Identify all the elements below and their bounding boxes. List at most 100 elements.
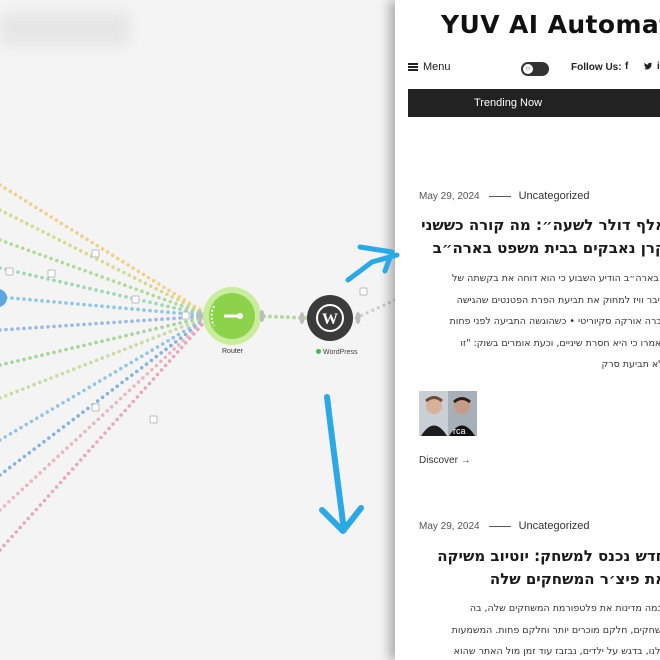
connection-dot (26, 516, 31, 521)
connection-dot (82, 388, 86, 393)
connection-dot (280, 315, 284, 319)
post-title[interactable]: חדש נכנס למשחק: יוטיוב משיקה את פיצ׳ר המ… (395, 545, 660, 591)
connection-dot (55, 404, 60, 408)
connection-dot (178, 311, 182, 316)
post-title[interactable]: אלף דולר לשעה״: מה קורה כששני קרן נאבקים… (395, 214, 660, 260)
connection-dot (56, 454, 60, 459)
connection-dot (66, 369, 70, 374)
route-badge[interactable] (359, 287, 368, 296)
wordpress-label: WordPress (316, 349, 358, 356)
connector-handle[interactable] (299, 312, 305, 324)
connection-dot (96, 417, 101, 421)
connection-dot (95, 243, 100, 248)
connection-dot (95, 440, 99, 444)
connection-dot (16, 327, 20, 331)
connection-dot (111, 265, 115, 269)
module-node[interactable] (0, 289, 7, 307)
connection-dot (94, 321, 98, 326)
connection-dot (95, 257, 99, 261)
connection-dot (167, 359, 172, 363)
connection-dot (119, 413, 123, 417)
router-node[interactable] (203, 287, 261, 345)
connection-dot (28, 297, 32, 302)
connection-dot (145, 371, 150, 376)
connection-dot (365, 311, 369, 315)
wordpress-node[interactable]: W (307, 295, 353, 341)
discover-link[interactable]: Discover → (419, 455, 471, 466)
connection-dot (136, 307, 140, 312)
menu-button[interactable]: Menu (408, 61, 451, 73)
connection-dot (30, 224, 35, 229)
route-badge[interactable] (181, 311, 190, 320)
connection-dot (78, 458, 83, 462)
connection-dot (107, 426, 111, 431)
facebook-icon[interactable]: f (625, 61, 628, 72)
dark-mode-toggle[interactable]: ☼ (521, 62, 549, 76)
connector-handle[interactable] (197, 310, 203, 322)
connection-dot (151, 336, 156, 340)
connection-dot (88, 303, 92, 307)
menu-label: Menu (423, 61, 451, 73)
connection-dot (65, 446, 69, 450)
connection-dot (118, 366, 123, 371)
route-badge[interactable] (149, 415, 158, 424)
connection-dot (178, 321, 182, 325)
post-category[interactable]: Uncategorized (519, 190, 590, 202)
connection-dot (172, 305, 176, 310)
connection-dot (66, 471, 71, 476)
automation-canvas[interactable]: W Router WordPress (0, 0, 395, 660)
connection-dot (26, 385, 31, 389)
connection-dot (151, 377, 156, 381)
connection-dot (129, 360, 134, 365)
connection-dot (73, 246, 78, 250)
connection-dot (0, 208, 2, 212)
connection-dot (58, 349, 62, 353)
connection-dot (91, 444, 95, 449)
connector-handle[interactable] (259, 310, 265, 322)
connection-dot (134, 357, 139, 362)
post-category[interactable]: Uncategorized (519, 520, 590, 532)
connection-dot (106, 354, 110, 358)
connection-dot (145, 351, 149, 356)
arrow-right-icon: → (460, 455, 471, 466)
route-badge[interactable] (91, 403, 100, 412)
connection-dot (83, 362, 87, 367)
connection-dot (16, 270, 20, 274)
site-title[interactable]: YUV AI Automation (441, 10, 660, 39)
connection-dot (164, 347, 168, 352)
connection-dot (46, 325, 50, 329)
connection-dot (112, 292, 116, 296)
post-thumbnail[interactable]: rca (419, 391, 477, 436)
route-badge[interactable] (5, 267, 14, 276)
connection-dot (82, 343, 86, 348)
connection-dot (19, 219, 24, 223)
connection-dot (4, 327, 8, 332)
connector-handle[interactable] (355, 312, 361, 324)
route-badge[interactable] (47, 269, 56, 278)
connection-dot (54, 218, 59, 222)
connection-dot (13, 192, 18, 197)
twitter-icon[interactable] (643, 61, 653, 74)
connection-dot (0, 438, 2, 442)
connection-dot (46, 299, 50, 304)
route-badge[interactable] (91, 249, 100, 258)
connection-dot (115, 384, 120, 389)
connection-dot (0, 238, 2, 242)
connection-dot (71, 394, 76, 399)
connection-dot (112, 305, 116, 310)
connection-dot (45, 410, 50, 414)
connection-dot (172, 316, 176, 321)
connection-dot (76, 391, 81, 396)
trending-bar[interactable]: Trending Now (408, 89, 660, 117)
connection-dot (83, 269, 87, 273)
route-badge[interactable] (131, 295, 140, 304)
connection-dot (139, 354, 144, 359)
connection-dot (3, 210, 8, 215)
connection-dot (162, 285, 166, 290)
connection-dot (3, 469, 7, 474)
connection-dot (166, 339, 170, 343)
follow-label: Follow Us: (571, 62, 622, 73)
connection-dot (78, 248, 83, 253)
connection-dot (85, 237, 89, 242)
connection-dot (3, 186, 7, 190)
